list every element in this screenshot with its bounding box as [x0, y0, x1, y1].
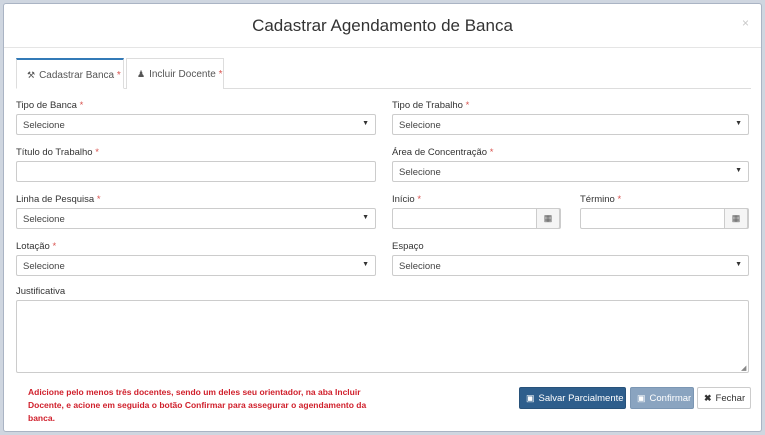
modal-dialog: Cadastrar Agendamento de Banca × ⚒ Cadast… — [3, 3, 762, 432]
select-value: Selecione — [399, 167, 441, 178]
espaco-label: Espaço — [392, 241, 424, 252]
select-value: Selecione — [399, 120, 441, 131]
tab-bar: ⚒ Cadastrar Banca * ♟ Incluir Docente * — [16, 58, 751, 89]
justificativa-textarea[interactable] — [16, 300, 749, 373]
titulo-trabalho-label: Título do Trabalho * — [16, 147, 99, 158]
close-icon[interactable]: × — [742, 16, 749, 30]
inicio-date-input[interactable]: ▦ — [392, 208, 561, 229]
select-value: Selecione — [23, 214, 65, 225]
chevron-down-icon: ▼ — [362, 214, 369, 221]
user-icon: ♟ — [137, 69, 146, 79]
inicio-label: Início * — [392, 194, 422, 205]
lotacao-select[interactable]: Selecione ▼ — [16, 255, 376, 276]
termino-label: Término * — [580, 194, 622, 205]
select-value: Selecione — [23, 120, 65, 131]
save-icon: ▣ — [526, 393, 535, 403]
linha-pesquisa-select[interactable]: Selecione ▼ — [16, 208, 376, 229]
tipo-trabalho-select[interactable]: Selecione ▼ — [392, 114, 749, 135]
gavel-icon: ⚒ — [27, 70, 36, 80]
area-concentracao-select[interactable]: Selecione ▼ — [392, 161, 749, 182]
select-value: Selecione — [399, 261, 441, 272]
termino-date-input[interactable]: ▦ — [580, 208, 749, 229]
titulo-trabalho-input[interactable] — [16, 161, 376, 182]
chevron-down-icon: ▼ — [362, 261, 369, 268]
chevron-down-icon: ▼ — [735, 167, 742, 174]
confirm-button[interactable]: ▣ Confirmar — [630, 387, 694, 409]
chevron-down-icon: ▼ — [735, 120, 742, 127]
required-mark: * — [116, 70, 121, 81]
area-concentracao-label: Área de Concentração * — [392, 147, 494, 158]
tab-cadastrar-banca[interactable]: ⚒ Cadastrar Banca * — [16, 58, 124, 89]
calendar-icon[interactable]: ▦ — [536, 208, 560, 229]
warning-message: Adicione pelo menos três docentes, sendo… — [28, 387, 367, 423]
save-icon: ▣ — [637, 393, 646, 403]
modal-title: Cadastrar Agendamento de Banca — [252, 16, 513, 35]
close-icon: ✖ — [704, 393, 712, 403]
chevron-down-icon: ▼ — [362, 120, 369, 127]
lotacao-label: Lotação * — [16, 241, 57, 252]
tipo-banca-select[interactable]: Selecione ▼ — [16, 114, 376, 135]
linha-pesquisa-label: Linha de Pesquisa * — [16, 194, 101, 205]
select-value: Selecione — [23, 261, 65, 272]
required-mark: * — [218, 69, 223, 80]
tab-label: Incluir Docente — [149, 69, 216, 80]
tipo-banca-label: Tipo de Banca * — [16, 100, 84, 111]
save-partial-button[interactable]: ▣ Salvar Parcialmente — [519, 387, 626, 409]
tab-label: Cadastrar Banca — [39, 70, 115, 81]
espaco-select[interactable]: Selecione ▼ — [392, 255, 749, 276]
close-button[interactable]: ✖ Fechar — [697, 387, 751, 409]
modal-header: Cadastrar Agendamento de Banca × — [4, 4, 761, 48]
tab-incluir-docente[interactable]: ♟ Incluir Docente * — [126, 58, 224, 89]
chevron-down-icon: ▼ — [735, 261, 742, 268]
calendar-icon[interactable]: ▦ — [724, 208, 748, 229]
tipo-trabalho-label: Tipo de Trabalho * — [392, 100, 470, 111]
justificativa-label: Justificativa — [16, 286, 66, 297]
